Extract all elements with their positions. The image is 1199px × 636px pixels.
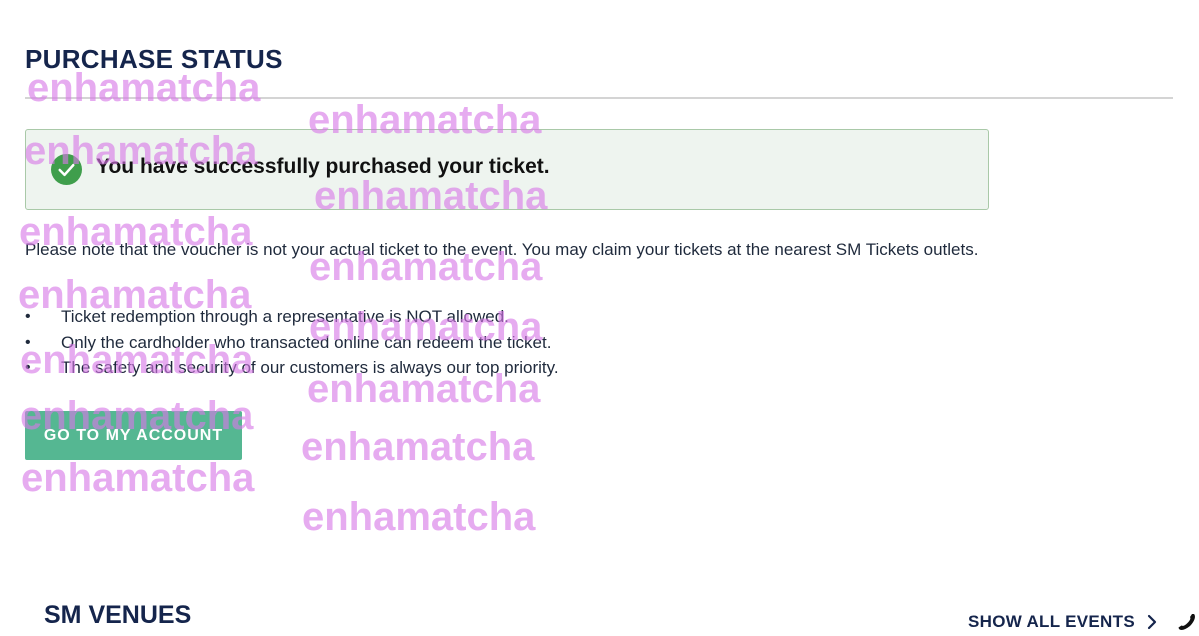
- rule-text: The safety and security of our customers…: [61, 358, 559, 377]
- bullet-icon: •: [25, 333, 31, 351]
- rule-text: Ticket redemption through a representati…: [61, 307, 509, 326]
- show-all-events-label: SHOW ALL EVENTS: [968, 612, 1135, 631]
- chevron-right-icon: [1147, 614, 1157, 630]
- list-item: • The safety and security of our custome…: [25, 355, 559, 381]
- watermark-text: enhamatcha: [21, 456, 255, 500]
- watermark-text: enhamatcha: [302, 495, 536, 539]
- phone-icon[interactable]: [1177, 612, 1197, 632]
- bullet-icon: •: [25, 359, 31, 376]
- success-alert: You have successfully purchased your tic…: [25, 129, 989, 210]
- success-message: You have successfully purchased your tic…: [96, 155, 550, 178]
- rule-text: Only the cardholder who transacted onlin…: [61, 332, 552, 352]
- redemption-rules-list: • Ticket redemption through a representa…: [25, 304, 559, 381]
- page-title: PURCHASE STATUS: [25, 44, 283, 74]
- title-divider: [25, 97, 1173, 99]
- go-to-my-account-button[interactable]: GO TO MY ACCOUNT: [25, 411, 242, 460]
- voucher-note: Please note that the voucher is not your…: [25, 240, 979, 259]
- watermark-text: enhamatcha: [301, 425, 535, 469]
- list-item: • Only the cardholder who transacted onl…: [25, 330, 559, 356]
- bullet-icon: •: [25, 308, 31, 325]
- list-item: • Ticket redemption through a representa…: [25, 304, 559, 330]
- sm-venues-heading: SM VENUES: [44, 601, 192, 629]
- show-all-events-link[interactable]: SHOW ALL EVENTS: [968, 612, 1157, 632]
- check-circle-icon: [51, 154, 82, 185]
